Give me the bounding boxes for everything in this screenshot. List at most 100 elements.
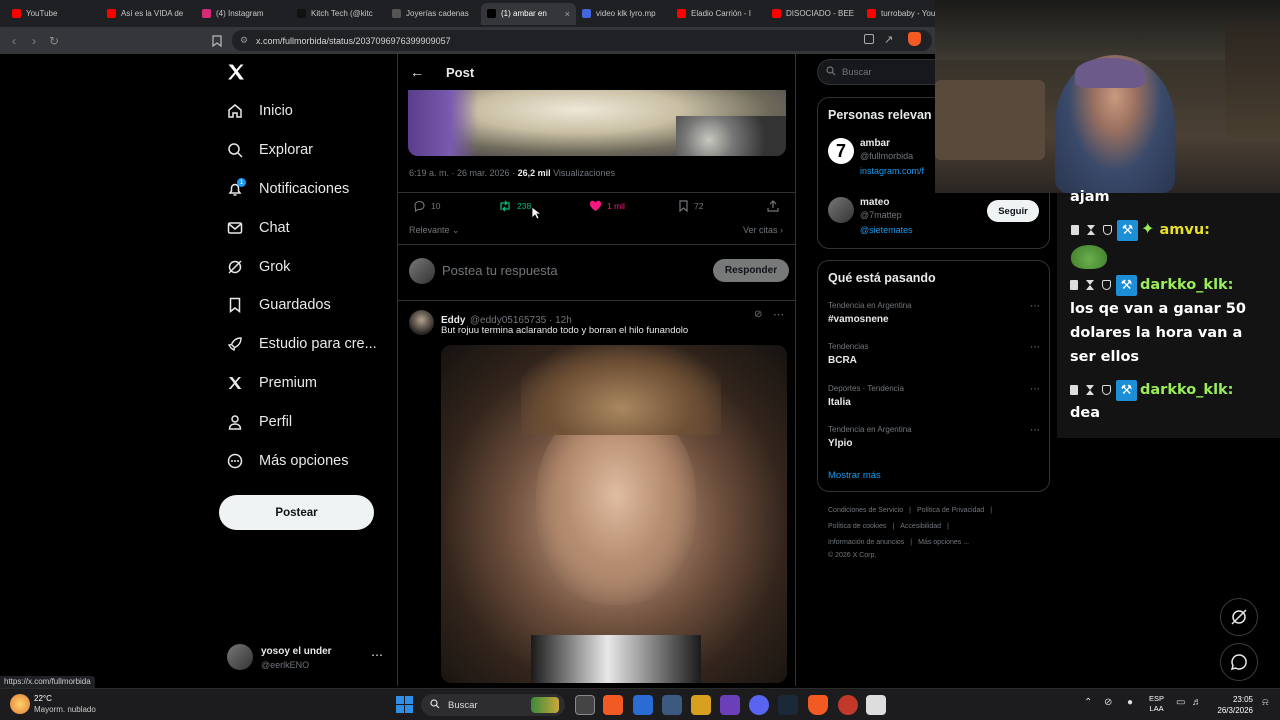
- messages-fab-button[interactable]: [1220, 643, 1258, 681]
- steam-icon[interactable]: [778, 695, 798, 715]
- taskbar-search[interactable]: Buscar: [421, 694, 565, 716]
- brave-browser-icon[interactable]: [603, 695, 623, 715]
- bookmark-action[interactable]: 72: [678, 200, 703, 212]
- gif-face: [536, 405, 696, 605]
- footer-link[interactable]: © 2026 X Corp.: [828, 552, 876, 559]
- task-view-icon[interactable]: [575, 695, 595, 715]
- trend-item[interactable]: Deportes · Tendencia Italia ⋯: [828, 384, 1040, 416]
- reply-avatar[interactable]: [409, 310, 434, 335]
- grok-fab-button[interactable]: [1220, 598, 1258, 636]
- footer-link[interactable]: Información de anuncios: [828, 539, 904, 546]
- discord-icon[interactable]: [749, 695, 769, 715]
- nav-item-person[interactable]: Perfil: [226, 408, 292, 436]
- lang-top: ESP: [1149, 694, 1165, 703]
- show-more-link[interactable]: Mostrar más: [828, 470, 881, 481]
- footer-separator: |: [947, 523, 949, 530]
- site-info-icon[interactable]: ⚙: [240, 35, 248, 46]
- clock[interactable]: 23:05 26/3/2026: [1208, 694, 1253, 716]
- tray-chevron-icon[interactable]: ⌃: [1084, 697, 1092, 708]
- sort-replies-dropdown[interactable]: Relevante ⌄: [409, 225, 460, 236]
- more-dots-icon[interactable]: ⋯: [773, 308, 784, 321]
- footer-link[interactable]: Accesibilidad: [900, 523, 941, 530]
- repost-action[interactable]: 238: [498, 200, 531, 212]
- search-placeholder: Buscar: [842, 66, 872, 78]
- reply-input[interactable]: Postea tu respuesta: [442, 263, 558, 278]
- notification-bell-icon[interactable]: ⍾: [1262, 697, 1269, 708]
- file-explorer-icon[interactable]: [691, 695, 711, 715]
- share-action[interactable]: [767, 200, 779, 212]
- network-off-icon[interactable]: ⊘: [1104, 697, 1112, 708]
- browser-tab[interactable]: YouTube: [6, 3, 101, 25]
- trend-item[interactable]: Tendencias BCRA ⋯: [828, 342, 1040, 374]
- more-dots-icon[interactable]: ⋯: [371, 648, 383, 662]
- language-indicator[interactable]: ESP LAA: [1149, 694, 1164, 714]
- footer-link[interactable]: Política de cookies: [828, 523, 886, 530]
- trend-item[interactable]: Tendencia en Argentina #vamosnene ⋯: [828, 301, 1040, 333]
- bookmark-page-icon[interactable]: [207, 31, 227, 51]
- reload-icon[interactable]: ↻: [44, 31, 64, 51]
- person-avatar[interactable]: [828, 197, 854, 223]
- weather-desc[interactable]: Mayorm. nublado: [34, 705, 96, 714]
- x-logo[interactable]: [226, 62, 246, 88]
- person-link[interactable]: @sietemates: [860, 225, 913, 235]
- weather-temp[interactable]: 22°C: [34, 694, 52, 703]
- nav-item-home[interactable]: Inicio: [226, 97, 293, 125]
- footer-link[interactable]: Más opciones ...: [918, 539, 969, 546]
- nav-item-more-circle[interactable]: Más opciones: [226, 447, 348, 475]
- windows-start-icon[interactable]: [396, 696, 413, 713]
- nav-item-rocket[interactable]: Estudio para cre...: [226, 330, 377, 358]
- browser-tab[interactable]: Joyerías cadenas: [386, 3, 481, 25]
- brave-alt-icon[interactable]: [808, 695, 828, 715]
- screenshot-icon[interactable]: [864, 34, 874, 44]
- monitor-icon[interactable]: ▭: [1176, 697, 1185, 708]
- app-icon[interactable]: [720, 695, 740, 715]
- more-dots-icon[interactable]: ⋯: [1030, 342, 1040, 353]
- notepad-icon[interactable]: [633, 695, 653, 715]
- weather-icon[interactable]: [10, 694, 30, 714]
- back-icon[interactable]: ‹: [4, 31, 24, 51]
- nav-item-search[interactable]: Explorar: [226, 136, 313, 164]
- like-action[interactable]: 1 mil: [589, 200, 625, 212]
- microphone-icon[interactable]: ●: [1127, 697, 1133, 708]
- person-avatar[interactable]: 7: [828, 138, 854, 164]
- view-quotes-link[interactable]: Ver citas ›: [743, 225, 783, 235]
- search-input[interactable]: Buscar: [817, 59, 947, 85]
- browser-tab[interactable]: Así es la VIDA de: [101, 3, 196, 25]
- tab-close-icon[interactable]: ×: [565, 9, 570, 19]
- browser-tab[interactable]: DISOCIADO - BEE: [766, 3, 861, 25]
- back-arrow-icon[interactable]: ←: [410, 64, 424, 80]
- reply-gif[interactable]: [441, 345, 787, 683]
- more-dots-icon[interactable]: ⋯: [1030, 384, 1040, 395]
- more-dots-icon[interactable]: ⋯: [1030, 425, 1040, 436]
- account-switcher[interactable]: yosoy el under @eerlkENO ⋯: [227, 644, 387, 674]
- person-link[interactable]: instagram.com/f: [860, 166, 924, 176]
- share-icon[interactable]: ↗: [884, 33, 893, 46]
- nav-item-bookmark[interactable]: Guardados: [226, 291, 331, 319]
- trend-item[interactable]: Tendencia en Argentina Ylpio ⋯: [828, 425, 1040, 457]
- reply-button[interactable]: Responder: [713, 259, 789, 282]
- reply-action[interactable]: 10: [413, 200, 440, 212]
- footer-link[interactable]: Política de Privacidad: [917, 507, 984, 514]
- app-icon[interactable]: [866, 695, 886, 715]
- post-button[interactable]: Postear: [219, 495, 374, 530]
- footer-link[interactable]: Condiciones de Servicio: [828, 507, 903, 514]
- nav-item-bell[interactable]: 1 Notificaciones: [226, 175, 349, 203]
- volume-icon[interactable]: ♬: [1192, 697, 1202, 708]
- nav-item-grok[interactable]: Grok: [226, 253, 290, 281]
- browser-tab[interactable]: Eladio Carrión - I: [671, 3, 766, 25]
- nav-item-x-premium[interactable]: Premium: [226, 369, 317, 397]
- grok-icon[interactable]: ⊘: [754, 309, 762, 320]
- url-field[interactable]: ⚙ x.com/fullmorbida/status/2037096976399…: [232, 30, 932, 51]
- forward-icon[interactable]: ›: [24, 31, 44, 51]
- browser-tab[interactable]: Kitch Tech (@kitc: [291, 3, 386, 25]
- follow-button[interactable]: Seguir: [987, 200, 1039, 222]
- brave-shields-icon[interactable]: [908, 32, 921, 46]
- calculator-icon[interactable]: [662, 695, 682, 715]
- nav-item-mail[interactable]: Chat: [226, 214, 290, 242]
- post-image[interactable]: [408, 90, 786, 156]
- browser-tab[interactable]: (1) ambar en ×: [481, 2, 576, 25]
- browser-tab[interactable]: (4) Instagram: [196, 3, 291, 25]
- browser-tab[interactable]: video klk lyro.mp: [576, 3, 671, 25]
- more-dots-icon[interactable]: ⋯: [1030, 301, 1040, 312]
- obs-icon[interactable]: [838, 695, 858, 715]
